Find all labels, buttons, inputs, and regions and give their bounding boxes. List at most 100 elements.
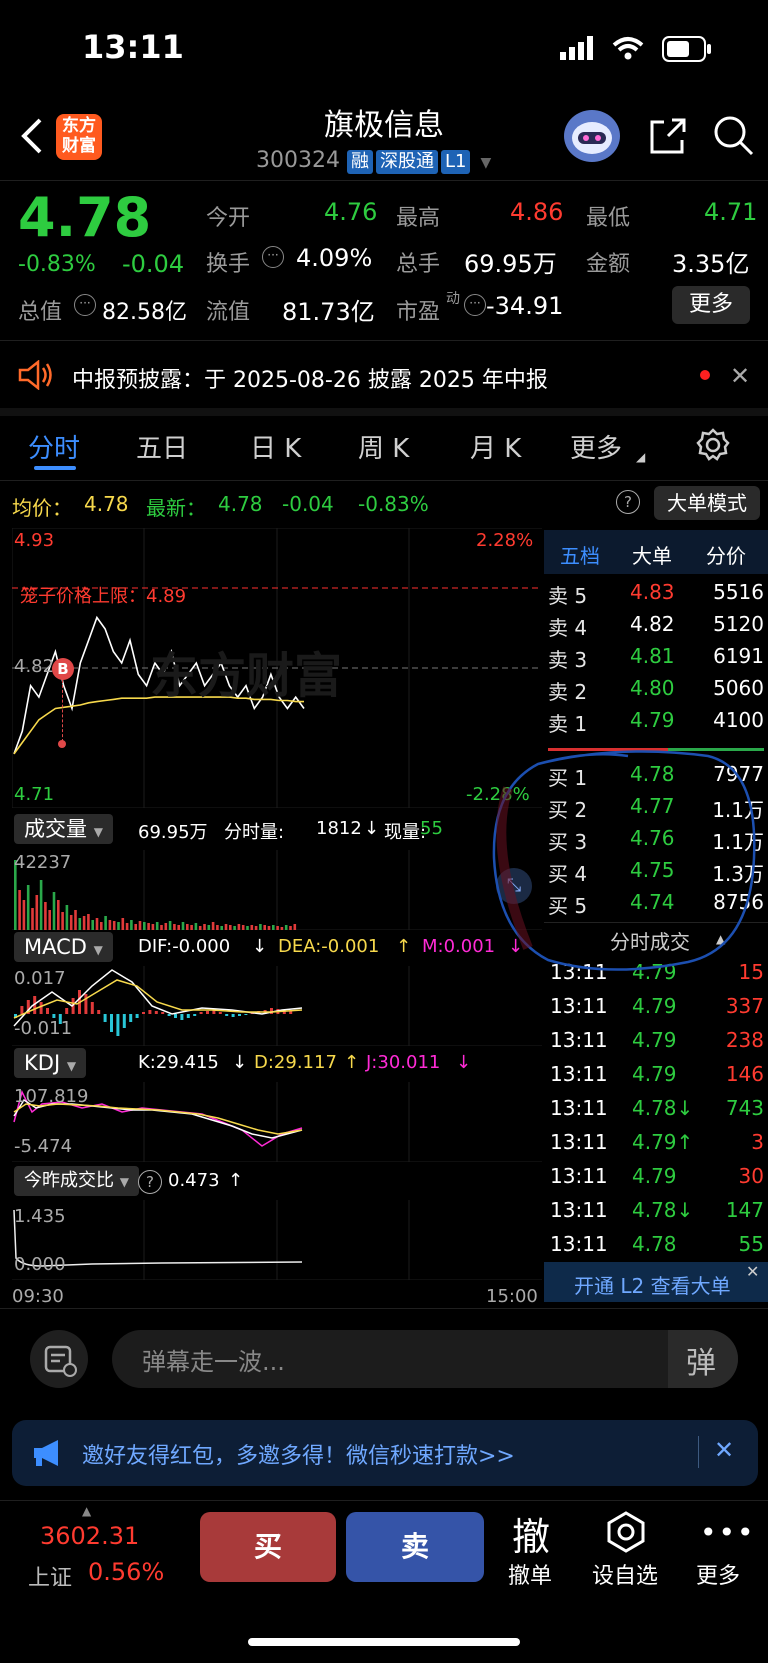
macd-bar [142, 1012, 145, 1014]
tab-active-underline [34, 466, 76, 470]
help-icon[interactable]: ? [616, 490, 640, 514]
ask-row-5[interactable]: 卖 5 4.83 5516 [548, 580, 764, 612]
notice-dot [700, 370, 710, 380]
ratio-help-icon[interactable]: ? [138, 1170, 162, 1194]
volume-bars [12, 850, 542, 930]
info-dots-icon[interactable]: ··· [74, 294, 96, 316]
info-dots-icon[interactable]: ··· [464, 294, 486, 316]
kdj-panel-title[interactable]: KDJ ▼ [14, 1048, 87, 1078]
l2-banner-text[interactable]: 开通 L2 查看大单 [574, 1270, 731, 1299]
macd-panel-title[interactable]: MACD ▼ [14, 932, 113, 962]
add-watchlist-label[interactable]: 设自选 [592, 1558, 658, 1590]
ask-row-3[interactable]: 卖 3 4.81 6191 [548, 644, 764, 676]
tab-intraday[interactable]: 分时 [28, 428, 80, 465]
macd-bar [20, 1006, 24, 1014]
volume-label: 总手 [396, 252, 441, 277]
caret-icon: ▼ [93, 825, 103, 839]
more-label[interactable]: 更多 [696, 1558, 740, 1590]
robot-avatar-icon[interactable] [562, 108, 622, 164]
chart-mid-price: 4.82 [14, 656, 55, 677]
index-name[interactable]: 上证 [28, 1560, 72, 1592]
pe-value: -34.91 [486, 292, 564, 320]
macd-bar [270, 1008, 273, 1014]
tab-monthly-k[interactable]: 月 K [470, 428, 521, 465]
volume-bar [181, 922, 185, 930]
cancel-order-icon[interactable]: 撤 [512, 1506, 550, 1561]
trade-time: 13:11 [550, 1062, 608, 1086]
more-dots-icon[interactable]: ••• [700, 1516, 756, 1549]
trade-time: 13:11 [550, 1130, 608, 1154]
big-order-mode-button[interactable]: 大单模式 [654, 486, 760, 520]
volume-bar [220, 926, 223, 930]
volume-bar [246, 926, 249, 930]
buy-marker-stem [62, 680, 64, 742]
kdj-title: KDJ [24, 1051, 61, 1075]
close-icon[interactable]: ✕ [730, 362, 750, 390]
volume-panel-title[interactable]: 成交量 ▼ [14, 814, 113, 844]
macd-bar [174, 1014, 177, 1018]
latest-pct: -0.83% [358, 492, 429, 516]
megaphone-icon [32, 1438, 66, 1472]
share-icon[interactable] [648, 116, 688, 160]
info-dots-icon[interactable]: ··· [262, 246, 284, 268]
tab-price-dist[interactable]: 分价 [706, 540, 746, 569]
tab-big-orders[interactable]: 大单 [632, 540, 672, 569]
tab-weekly-k[interactable]: 周 K [358, 428, 409, 465]
ask-row-1[interactable]: 卖 1 4.79 4100 [548, 708, 764, 740]
macd-bar [148, 1010, 152, 1014]
tick-volume-label: 分时量: [224, 822, 285, 843]
caret-icon: ▼ [119, 1175, 129, 1189]
tab-more[interactable]: 更多 [570, 428, 622, 465]
volume-bar [130, 920, 133, 930]
volume-bar [22, 900, 26, 930]
ask-vol: 5060 [713, 676, 764, 700]
volume-bar [173, 924, 176, 930]
stock-code-row[interactable]: 300324 融深股通 L1 ▼ [256, 148, 491, 174]
close-icon[interactable]: ✕ [746, 1262, 759, 1281]
volume-bar [203, 924, 206, 930]
ratio-title: 今昨成交比 [24, 1170, 114, 1191]
trade-vol: 55 [738, 1232, 764, 1256]
add-watchlist-icon[interactable] [604, 1510, 648, 1558]
ratio-panel-title[interactable]: 今昨成交比 ▼ [14, 1166, 139, 1196]
ask-row-4[interactable]: 卖 4 4.82 5120 [548, 612, 764, 644]
index-value[interactable]: 3602.31 [40, 1522, 139, 1550]
tab-five-day[interactable]: 五日 [136, 428, 188, 465]
trade-vol: 238 [725, 1028, 764, 1052]
notice-text[interactable]: 中报预披露：于 2025-08-26 披露 2025 年中报 [72, 362, 548, 394]
time-end: 15:00 [486, 1286, 538, 1307]
danmaku-toggle-label: 弹 [686, 1346, 716, 1381]
volume-bar [125, 923, 129, 930]
ask-row-2[interactable]: 卖 2 4.80 5060 [548, 676, 764, 708]
macd-bar [199, 1012, 203, 1014]
close-icon[interactable]: ✕ [714, 1436, 734, 1464]
cancel-order-label[interactable]: 撤单 [508, 1558, 552, 1590]
macd-bar [90, 1002, 94, 1014]
buy-marker[interactable]: B [52, 658, 74, 680]
promo-text[interactable]: 邀好友得红包，多邀多得！微信秒速打款>> [82, 1438, 515, 1470]
volume-bar [190, 925, 193, 930]
ask-label: 卖 3 [548, 648, 588, 672]
open-label: 今开 [206, 206, 251, 231]
kdj-d: D:29.117 [254, 1052, 337, 1073]
trade-vol: 146 [725, 1062, 764, 1086]
index-pct[interactable]: 0.56% [88, 1558, 164, 1586]
macd-bar [84, 994, 88, 1014]
danmaku-list-icon[interactable] [30, 1330, 88, 1388]
macd-bottom: -0.011 [14, 1018, 73, 1039]
settings-gear-icon[interactable] [696, 428, 730, 466]
tab-daily-k[interactable]: 日 K [250, 428, 301, 465]
ask-price: 4.81 [630, 644, 675, 668]
low-value: 4.71 [704, 198, 758, 226]
buy-button[interactable]: 买 [200, 1512, 336, 1582]
badge-level: L1 [440, 150, 471, 174]
sell-button[interactable]: 卖 [346, 1512, 484, 1582]
volume-bar [69, 915, 73, 930]
badge-margin: 融 [346, 150, 373, 174]
kdj-top: 107.819 [14, 1086, 89, 1107]
tab-five-levels[interactable]: 五档 [560, 540, 600, 569]
chart-top-price: 4.93 [14, 530, 55, 551]
search-icon[interactable] [712, 114, 754, 160]
change-amount: -0.04 [122, 250, 185, 278]
more-quote-button[interactable]: 更多 [672, 286, 750, 324]
